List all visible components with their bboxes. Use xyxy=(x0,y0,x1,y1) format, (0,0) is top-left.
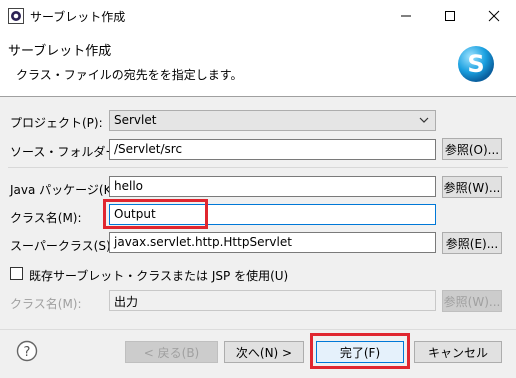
browse-existing-class-button[interactable]: 参照(W)... xyxy=(442,290,502,312)
browse-package-button[interactable]: 参照(W)... xyxy=(442,176,502,198)
next-button[interactable]: 次へ(N) > xyxy=(224,341,304,363)
chevron-down-icon xyxy=(419,114,429,128)
class-name-label: クラス名(M): xyxy=(10,211,82,225)
project-value: Servlet xyxy=(114,113,157,127)
use-existing-checkbox[interactable] xyxy=(10,267,23,280)
java-package-input[interactable]: hello xyxy=(109,176,436,197)
wizard-description: クラス・ファイルの宛先をを指定します。 xyxy=(16,68,243,82)
existing-class-label: クラス名(M): xyxy=(10,297,82,311)
existing-class-input[interactable]: 出力 xyxy=(109,290,436,311)
browse-source-folder-button[interactable]: 参照(O)... xyxy=(442,138,502,160)
help-icon[interactable]: ? xyxy=(16,340,38,362)
superclass-input[interactable]: javax.servlet.http.HttpServlet xyxy=(109,232,436,253)
browse-superclass-button[interactable]: 参照(E)... xyxy=(442,232,502,254)
use-existing-label: 既存サーブレット・クラスまたは JSP を使用(U) xyxy=(29,269,289,283)
title-bar: サーブレット作成 xyxy=(0,0,516,32)
section-divider xyxy=(8,167,508,168)
source-folder-input[interactable]: /Servlet/src xyxy=(109,139,436,160)
java-package-label: Java パッケージ(K): xyxy=(10,183,121,197)
eclipse-app-icon xyxy=(8,8,24,24)
back-button[interactable]: < 戻る(B) xyxy=(125,341,218,363)
help-glyph: ? xyxy=(24,345,31,360)
window-title: サーブレット作成 xyxy=(30,10,126,24)
svg-text:S: S xyxy=(467,50,484,78)
class-name-highlight xyxy=(103,199,208,229)
finish-highlight xyxy=(310,333,410,369)
cancel-button[interactable]: キャンセル xyxy=(414,341,502,363)
maximize-button[interactable] xyxy=(428,0,472,32)
superclass-label: スーパークラス(S): xyxy=(10,239,115,253)
wizard-title: サーブレット作成 xyxy=(8,44,112,59)
project-label: プロジェクト(P): xyxy=(10,116,103,130)
minimize-button[interactable] xyxy=(384,0,428,32)
servlet-logo-icon: S xyxy=(456,44,496,84)
project-select[interactable]: Servlet xyxy=(109,110,436,131)
close-button[interactable] xyxy=(472,0,516,32)
